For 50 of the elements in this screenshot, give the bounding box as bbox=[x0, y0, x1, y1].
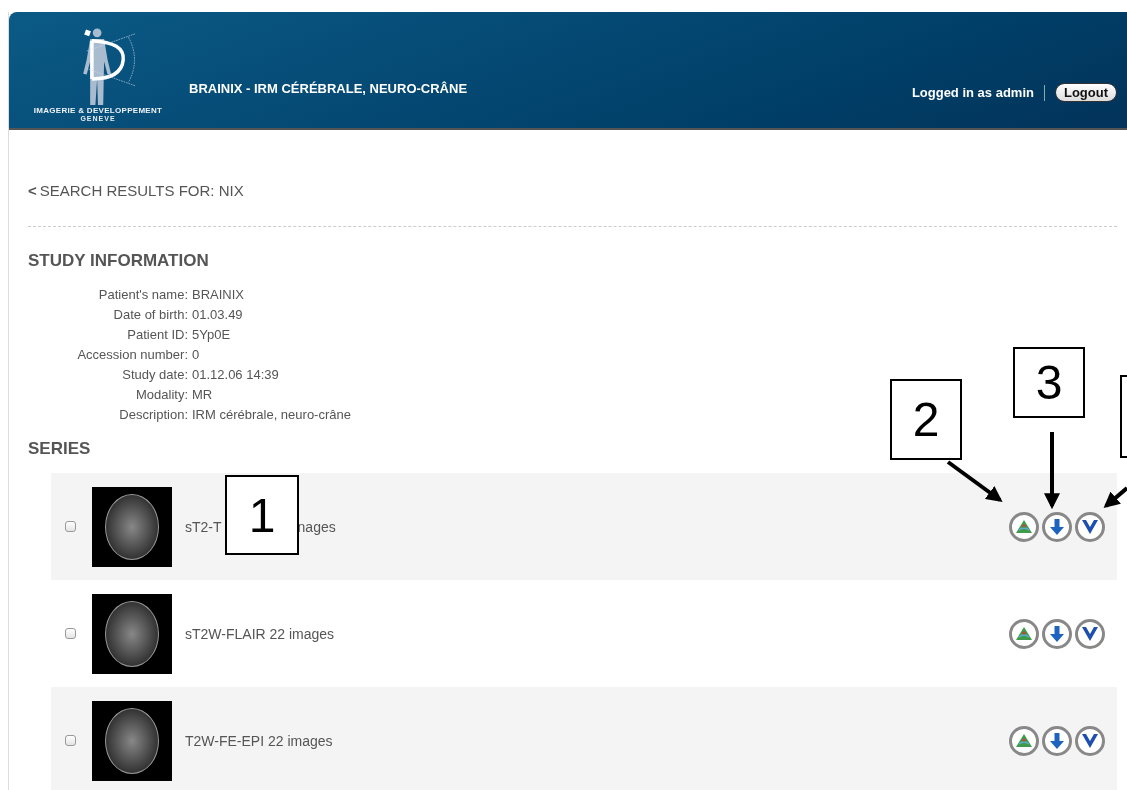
field-value: IRM cérébrale, neuro-crâne bbox=[192, 406, 351, 424]
field-value: 01.03.49 bbox=[192, 306, 244, 324]
callout-box: 3 bbox=[1013, 347, 1085, 418]
callout-box: 2 bbox=[890, 379, 962, 460]
download-button[interactable] bbox=[1042, 725, 1072, 756]
expand-button[interactable] bbox=[1075, 725, 1105, 756]
field-label: Patient ID: bbox=[126, 326, 188, 344]
viewer-button[interactable] bbox=[1009, 725, 1039, 756]
back-link[interactable]: < SEARCH RESULTS FOR: NIX bbox=[28, 182, 244, 199]
expand-button[interactable] bbox=[1075, 618, 1105, 649]
series-title[interactable]: sT2-T bbox=[185, 518, 222, 535]
series-title[interactable]: T2W-FE-EPI 22 images bbox=[185, 732, 333, 749]
study-title: BRAINIX - IRM CÉRÉBRALE, NEURO-CRÂNE bbox=[189, 81, 468, 96]
field-label: Description: bbox=[118, 406, 188, 424]
chevron-down-icon bbox=[1082, 733, 1098, 748]
checkbox[interactable] bbox=[65, 628, 76, 639]
field-value: 01.12.06 14:39 bbox=[192, 366, 280, 384]
chevron-down-icon bbox=[1082, 626, 1098, 641]
down-arrow-icon bbox=[1050, 732, 1064, 749]
field-label: Date of birth: bbox=[112, 306, 188, 324]
field-label: Study date: bbox=[121, 366, 188, 384]
viewer-button[interactable] bbox=[1009, 511, 1039, 542]
down-arrow-icon bbox=[1050, 625, 1064, 642]
pyramid-icon bbox=[1016, 519, 1032, 534]
logged-in-text: Logged in as admin bbox=[911, 85, 1034, 100]
down-arrow-icon bbox=[1050, 518, 1064, 535]
callout-arrow bbox=[946, 460, 1003, 502]
logo-text: IMAGERIE & DEVELOPPEMENT bbox=[33, 106, 163, 115]
field-value: MR bbox=[192, 386, 214, 404]
field-value: 5Yp0E bbox=[192, 326, 232, 344]
download-button[interactable] bbox=[1042, 618, 1072, 649]
pyramid-icon bbox=[1016, 626, 1032, 641]
field-value: 0 bbox=[192, 346, 201, 364]
field-label: Accession number: bbox=[76, 346, 188, 364]
checkbox[interactable] bbox=[65, 521, 76, 532]
field-value: BRAINIX bbox=[192, 286, 245, 304]
field-label: Modality: bbox=[134, 386, 188, 404]
pyramid-icon bbox=[1016, 733, 1032, 748]
checkbox[interactable] bbox=[65, 735, 76, 746]
viewer-button[interactable] bbox=[1009, 618, 1039, 649]
expand-button[interactable] bbox=[1075, 511, 1105, 542]
section-heading: STUDY INFORMATION bbox=[28, 251, 210, 271]
series-title[interactable]: sT2W-FLAIR 22 images bbox=[185, 625, 335, 642]
logout-button[interactable]: Logout bbox=[1054, 83, 1117, 102]
field-label: Patient's name: bbox=[97, 286, 188, 304]
section-heading: SERIES bbox=[28, 439, 92, 459]
download-button[interactable] bbox=[1042, 511, 1072, 542]
chevron-down-icon bbox=[1082, 519, 1098, 534]
callout-box: 1 bbox=[225, 475, 299, 555]
callout-arrow bbox=[1103, 486, 1127, 509]
